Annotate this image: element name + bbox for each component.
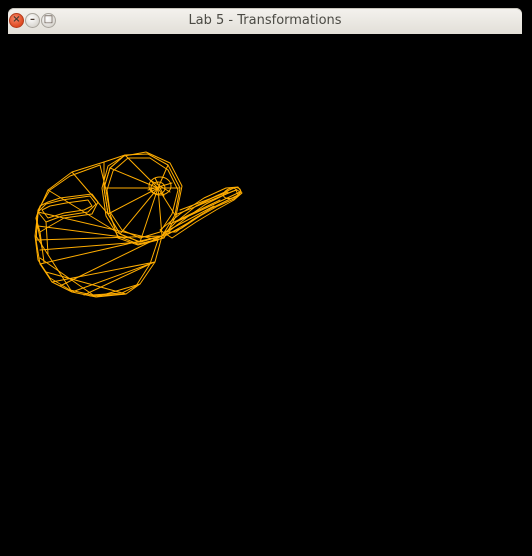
window-title: Lab 5 - Transformations bbox=[188, 13, 342, 28]
render-canvas[interactable] bbox=[0, 34, 532, 556]
title-bar[interactable]: × – □ Lab 5 - Transformations bbox=[8, 8, 522, 34]
app-window: × – □ Lab 5 - Transformations bbox=[0, 0, 532, 556]
teapot-wireframe bbox=[34, 151, 243, 298]
